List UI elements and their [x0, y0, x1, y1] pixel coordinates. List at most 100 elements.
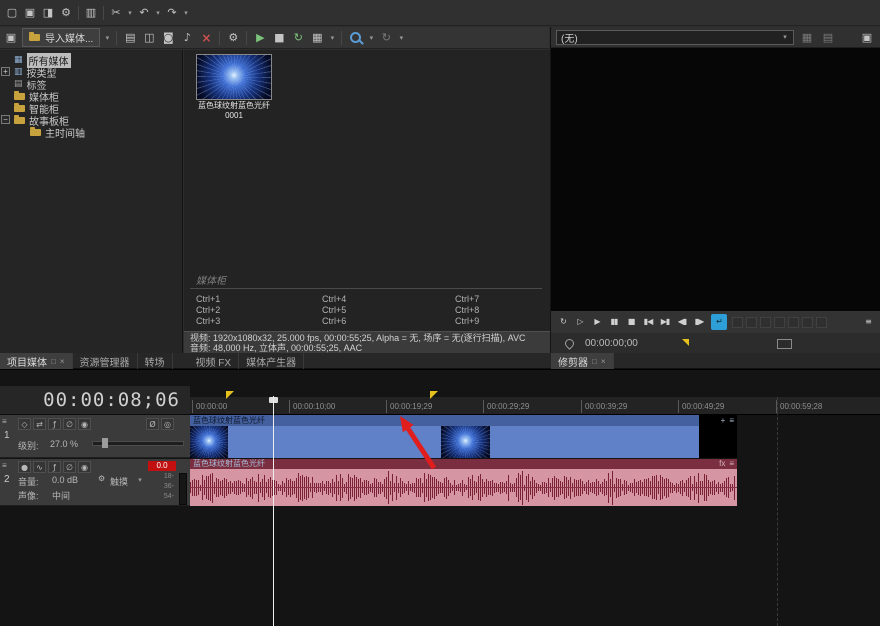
arm-record-icon[interactable]: ●	[18, 461, 31, 473]
float-icon[interactable]: □	[51, 357, 56, 366]
video-track-header[interactable]: ≡ 1 ◇ ⇄ ƒ ∅ ◉ Ø ◎ 级别: 27.0 %	[0, 415, 190, 458]
new-project-icon[interactable]: ▢	[4, 5, 20, 20]
media-properties-icon[interactable]: ⚙	[225, 30, 241, 45]
solo-icon[interactable]: ◉	[78, 461, 91, 473]
prev-frame-button[interactable]: ◀▮	[674, 314, 690, 330]
automation-gear-icon[interactable]: ⚙	[98, 474, 105, 483]
paste-icon[interactable]: ▥	[83, 5, 99, 20]
trim-dropdown-icon[interactable]: ▾	[126, 9, 134, 17]
track-fx-icon[interactable]: ƒ	[48, 461, 61, 473]
trimmer-timecode[interactable]: 00:00:00;00	[585, 338, 638, 349]
trimmer-marker-icon[interactable]	[682, 339, 689, 346]
disabled-tool-button[interactable]	[746, 317, 757, 328]
tab-trimmer[interactable]: 修剪器 □ ×	[551, 353, 614, 369]
float-icon[interactable]: □	[592, 357, 597, 366]
undo-icon[interactable]: ↶	[136, 5, 152, 20]
zoom-icon[interactable]	[350, 32, 361, 43]
trimmer-clip-select[interactable]: (无) ▾	[556, 30, 794, 45]
tree-item-main-timeline[interactable]: 主时间轴	[0, 126, 182, 138]
preview-play-icon[interactable]: ▶	[252, 30, 268, 45]
project-properties-icon[interactable]: ⚙	[58, 5, 74, 20]
tab-explorer[interactable]: 资源管理器	[73, 353, 138, 369]
save-icon[interactable]: ▤	[122, 30, 138, 45]
preview-stop-icon[interactable]: ■	[271, 30, 287, 45]
clip-fx-icon[interactable]: fx	[719, 459, 725, 469]
level-slider[interactable]	[92, 441, 184, 446]
solo-icon[interactable]: ◉	[78, 418, 91, 430]
refresh-dropdown-icon[interactable]: ▾	[397, 34, 405, 42]
next-frame-button[interactable]: ▮▶	[691, 314, 707, 330]
render-as-icon[interactable]: ◨	[40, 5, 56, 20]
level-slider-thumb[interactable]	[102, 438, 108, 448]
import-dropdown-icon[interactable]: ▾	[103, 34, 111, 42]
views-dropdown-icon[interactable]: ▾	[328, 34, 336, 42]
expand-icon[interactable]: +	[1, 67, 10, 76]
panel-icon[interactable]: ▣	[3, 30, 19, 45]
disabled-tool-button[interactable]	[816, 317, 827, 328]
tree-item-tags[interactable]: ▤ 标签	[0, 78, 182, 90]
selection-region-icon[interactable]	[777, 339, 792, 349]
redo-icon[interactable]: ↷	[164, 5, 180, 20]
media-thumbnail[interactable]: 蓝色球纹射蓝色光纤 0001	[196, 54, 272, 120]
get-photo-icon[interactable]: ◙	[160, 30, 176, 45]
clip-plus-icon[interactable]: +	[721, 415, 726, 426]
playhead-cursor[interactable]	[273, 396, 274, 626]
invert-phase-icon[interactable]: ∿	[33, 461, 46, 473]
clip-menu-icon[interactable]: ≡	[729, 459, 734, 469]
views-icon[interactable]: ▦	[309, 30, 325, 45]
tab-project-media[interactable]: 项目媒体 □ ×	[0, 353, 73, 369]
close-icon[interactable]: ×	[601, 357, 606, 366]
audio-track-header[interactable]: ≡ 2 ● ∿ ƒ ∅ ◉ 0.0 音量: 0.0 dB ⚙ 触摸 ▾ 声像: …	[0, 459, 190, 506]
chevron-down-icon[interactable]: ▾	[136, 476, 144, 484]
loop-playback-button[interactable]: ↻	[555, 314, 571, 330]
track-menu-icon[interactable]: ≡	[2, 461, 7, 470]
refresh-icon[interactable]: ↻	[378, 30, 394, 45]
import-media-button[interactable]: 导入媒体...	[22, 28, 100, 47]
bypass-motion-blur-icon[interactable]: ◇	[18, 418, 31, 430]
tree-item-smart-bin[interactable]: 智能柜	[0, 102, 182, 114]
play-button[interactable]: ▶	[589, 314, 605, 330]
volume-value[interactable]: 0.0 dB	[52, 475, 78, 485]
float-window-icon[interactable]: ▣	[859, 30, 875, 45]
disabled-tool-button[interactable]	[774, 317, 785, 328]
timeline-timecode-display[interactable]: 00:00:08;06	[0, 386, 190, 415]
pin-window-icon[interactable]: ▤	[820, 30, 836, 45]
remove-media-icon[interactable]: ×	[198, 30, 214, 45]
automation-mode[interactable]: 触摸	[110, 475, 128, 488]
disabled-tool-button[interactable]	[788, 317, 799, 328]
mute-icon[interactable]: ∅	[63, 418, 76, 430]
capture-video-icon[interactable]: ◫	[141, 30, 157, 45]
loop-region-marker[interactable]	[226, 391, 234, 399]
undo-dropdown-icon[interactable]: ▾	[154, 9, 162, 17]
disabled-tool-button[interactable]	[760, 317, 771, 328]
disabled-tool-button[interactable]	[802, 317, 813, 328]
stop-button[interactable]: ■	[623, 314, 639, 330]
close-icon[interactable]: ×	[60, 357, 65, 366]
zoom-dropdown-icon[interactable]: ▾	[367, 34, 375, 42]
save-project-icon[interactable]: ▣	[22, 5, 38, 20]
pause-button[interactable]: ▮▮	[606, 314, 622, 330]
transport-menu-icon[interactable]: ≡	[860, 314, 876, 330]
tab-media-generators[interactable]: 媒体产生器	[239, 353, 304, 369]
redo-dropdown-icon[interactable]: ▾	[182, 9, 190, 17]
play-from-start-button[interactable]: ▷	[572, 314, 588, 330]
loop-region-marker[interactable]	[430, 391, 438, 399]
media-thumbnail-image[interactable]	[196, 54, 272, 100]
disabled-tool-button[interactable]	[732, 317, 743, 328]
tree-item-media-bin[interactable]: 媒体柜	[0, 90, 182, 102]
go-to-start-button[interactable]: ▮◀	[640, 314, 656, 330]
extract-audio-icon[interactable]: ♪	[179, 30, 195, 45]
track-menu-icon[interactable]: ≡	[2, 417, 7, 426]
tree-item-storyboard-bin[interactable]: − 故事板柜	[0, 114, 182, 126]
dock-grid-icon[interactable]: ▦	[799, 30, 815, 45]
auto-preview-icon[interactable]: ↻	[290, 30, 306, 45]
pan-value[interactable]: 中间	[52, 489, 70, 502]
trim-icon[interactable]: ✂	[108, 5, 124, 20]
tab-video-fx[interactable]: 视频 FX	[189, 353, 240, 369]
tab-transitions[interactable]: 转场	[138, 353, 173, 369]
bypass-fx-icon[interactable]: Ø	[146, 418, 159, 430]
mute-icon[interactable]: ∅	[63, 461, 76, 473]
clip-menu-icon[interactable]: ≡	[729, 415, 734, 426]
go-to-end-button[interactable]: ▶▮	[657, 314, 673, 330]
track-fx-icon[interactable]: ƒ	[48, 418, 61, 430]
